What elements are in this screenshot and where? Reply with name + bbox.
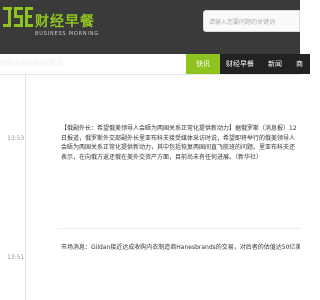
logo-mark-icon: [3, 7, 33, 27]
header-divider: [0, 74, 300, 75]
header-bar: 财经早餐 BUSINESS MORNING 请输入您要问题的关键词: [0, 0, 300, 54]
feed-item-text: 【俄副外长：希望俄美领导人会晤为两国关系正常化提供新动力】据俄罗斯（消息报）12…: [61, 125, 297, 161]
feed-item-time: 13:51: [7, 254, 25, 261]
feed-item-text: 市场消息：Gildan接近达成收购内衣制造商Hanesbrands的交易，对后者…: [61, 244, 300, 251]
tab-news[interactable]: 新闻: [260, 54, 290, 74]
site-slogan: 新鲜全面的财经资讯: [0, 59, 63, 67]
tab-caijing-zaocan[interactable]: 财经早餐: [220, 54, 260, 74]
tab-kuaixun[interactable]: 快讯: [186, 54, 220, 74]
feed-divider: [57, 228, 300, 229]
logo-subtitle: BUSINESS MORNING: [35, 31, 99, 37]
logo-title: 财经早餐: [35, 14, 95, 30]
tab-business[interactable]: 商: [290, 54, 310, 74]
search-input[interactable]: 请输入您要问题的关键词: [203, 10, 300, 32]
feed-item-time: 13:53: [7, 135, 25, 142]
timeline-line: [25, 75, 26, 300]
